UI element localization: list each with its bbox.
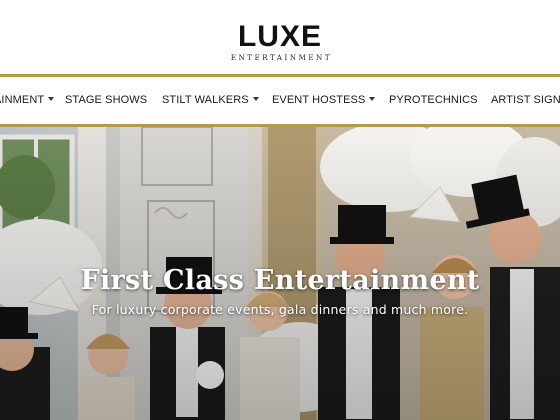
logo-tagline: ENTERTAINMENT	[230, 54, 333, 62]
nav-item-entertainment[interactable]: AINMENT	[0, 77, 55, 124]
chevron-down-icon	[369, 97, 376, 101]
nav-item-label: STAGE SHOWS	[65, 94, 148, 106]
site-header: LUXE ENTERTAINMENT	[0, 0, 560, 74]
logo[interactable]: LUXE ENTERTAINMENT	[0, 20, 560, 63]
nav-item-label: AINMENT	[0, 94, 45, 106]
hero-subtitle: For luxury corporate events, gala dinner…	[91, 302, 469, 317]
nav-item-label: STILT WALKERS	[162, 94, 249, 106]
nav-item-label: ARTIST SIGN UP	[491, 94, 560, 106]
logo-wordmark: LUXE	[237, 20, 322, 53]
hero-title: First Class Entertainment	[80, 265, 480, 296]
chevron-down-icon	[252, 97, 259, 101]
nav-item-label: PYROTECHNICS	[389, 94, 478, 106]
nav-item-pyrotechnics[interactable]: PYROTECHNICS	[389, 77, 478, 124]
chevron-down-icon	[48, 97, 55, 101]
main-nav: AINMENT STAGE SHOWS STILT WALKERS EVENT …	[0, 74, 560, 127]
nav-item-stage-shows[interactable]: STAGE SHOWS	[65, 77, 147, 124]
nav-item-stilt-walkers[interactable]: STILT WALKERS	[162, 77, 259, 124]
hero-banner: First Class Entertainment For luxury cor…	[0, 127, 560, 420]
nav-item-event-hostess[interactable]: EVENT HOSTESS	[272, 77, 376, 124]
nav-item-label: EVENT HOSTESS	[272, 94, 366, 106]
nav-item-artist-sign-up[interactable]: ARTIST SIGN UP	[491, 77, 560, 124]
